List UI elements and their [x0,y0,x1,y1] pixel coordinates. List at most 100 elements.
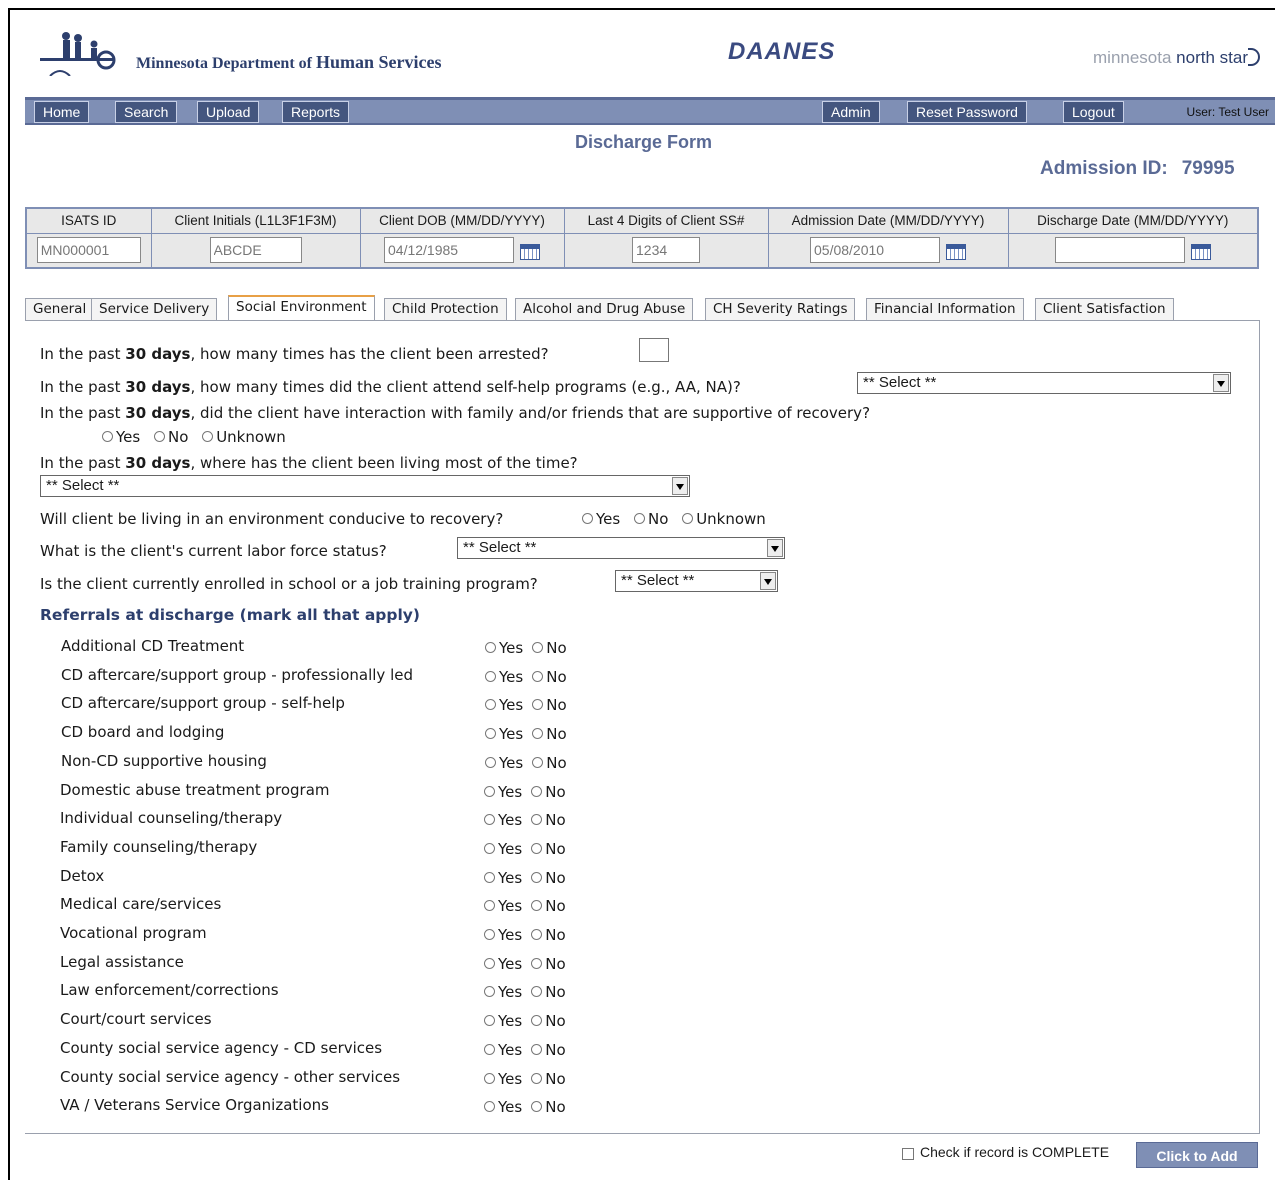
radio-icon[interactable] [485,756,496,768]
referral-no-option[interactable]: No [531,783,566,801]
radio-icon[interactable] [485,728,496,740]
environment-no-option[interactable]: No [634,510,668,528]
referral-yes-option[interactable]: Yes [484,811,522,829]
referral-yes-option[interactable]: Yes [484,926,522,944]
radio-icon[interactable] [202,431,214,442]
referral-yes-option[interactable]: Yes [484,983,522,1001]
radio-icon[interactable] [484,871,495,883]
nav-admin-button[interactable]: Admin [822,101,880,123]
referral-no-option[interactable]: No [531,926,566,944]
radio-icon[interactable] [485,699,496,711]
nav-reset-password-button[interactable]: Reset Password [907,101,1027,123]
referral-yes-option[interactable]: Yes [485,639,523,657]
environment-yes-option[interactable]: Yes [582,510,620,528]
radio-icon[interactable] [682,513,694,524]
radio-icon[interactable] [484,785,495,797]
referral-no-option[interactable]: No [531,1041,566,1059]
referral-yes-option[interactable]: Yes [484,869,522,887]
radio-icon[interactable] [484,1015,495,1027]
referral-no-option[interactable]: No [532,696,567,714]
referral-no-option[interactable]: No [531,897,566,915]
radio-icon[interactable] [484,1043,495,1055]
tab-social-environment[interactable]: Social Environment [228,295,375,320]
radio-icon[interactable] [531,814,543,826]
referral-yes-option[interactable]: Yes [484,1012,522,1030]
family-yes-option[interactable]: Yes [102,428,140,446]
labor-select[interactable]: ** Select ** [457,537,785,559]
radio-icon[interactable] [531,986,543,998]
radio-icon[interactable] [484,814,495,826]
radio-icon[interactable] [634,513,645,524]
selfhelp-select[interactable]: ** Select ** [857,372,1231,394]
nav-reports-button[interactable]: Reports [282,101,350,123]
referral-no-option[interactable]: No [531,1098,566,1116]
referral-yes-option[interactable]: Yes [484,840,522,858]
complete-checkbox[interactable] [902,1148,914,1160]
tab-ch-severity-ratings[interactable]: CH Severity Ratings [705,298,856,320]
nav-home-button[interactable]: Home [34,101,90,123]
environment-unknown-option[interactable]: Unknown [682,510,766,528]
referral-yes-option[interactable]: Yes [485,668,523,686]
isats-id-input[interactable] [36,237,141,264]
radio-icon[interactable] [531,871,543,883]
radio-icon[interactable] [531,1072,543,1084]
referral-no-option[interactable]: No [532,639,567,657]
radio-icon[interactable] [582,513,593,524]
radio-icon[interactable] [532,670,544,682]
radio-icon[interactable] [484,929,495,940]
radio-icon[interactable] [531,1043,543,1055]
dob-calendar-icon[interactable] [520,243,540,260]
referral-yes-option[interactable]: Yes [484,783,522,801]
radio-icon[interactable] [484,1101,495,1113]
referral-no-option[interactable]: No [532,668,567,686]
radio-icon[interactable] [532,699,544,711]
radio-icon[interactable] [484,986,495,998]
referral-no-option[interactable]: No [531,869,566,887]
discharge-calendar-icon[interactable] [1190,243,1211,260]
referral-no-option[interactable]: No [531,811,566,829]
referral-yes-option[interactable]: Yes [485,696,523,714]
referral-yes-option[interactable]: Yes [484,1070,522,1088]
radio-icon[interactable] [102,431,113,442]
referral-yes-option[interactable]: Yes [484,1041,522,1059]
radio-icon[interactable] [532,756,544,768]
radio-icon[interactable] [484,842,495,854]
ssn-input[interactable] [632,237,700,264]
nav-search-button[interactable]: Search [115,101,178,123]
referral-yes-option[interactable]: Yes [484,955,522,973]
discharge-date-input[interactable] [1054,237,1185,264]
family-no-option[interactable]: No [154,428,188,446]
radio-icon[interactable] [531,785,543,797]
referral-no-option[interactable]: No [532,725,567,743]
referral-yes-option[interactable]: Yes [484,1098,522,1116]
referral-yes-option[interactable]: Yes [485,725,523,743]
radio-icon[interactable] [531,842,543,854]
initials-input[interactable] [209,237,302,264]
referral-yes-option[interactable]: Yes [485,754,523,772]
school-select[interactable]: ** Select ** [615,570,778,592]
radio-icon[interactable] [485,642,496,653]
nav-logout-button[interactable]: Logout [1063,101,1124,123]
tab-client-satisfaction[interactable]: Client Satisfaction [1035,298,1174,320]
tab-alcohol-drug-abuse[interactable]: Alcohol and Drug Abuse [515,298,694,320]
radio-icon[interactable] [531,1101,543,1113]
radio-icon[interactable] [484,900,495,912]
add-button[interactable]: Click to Add [1136,1142,1258,1168]
radio-icon[interactable] [531,929,543,940]
radio-icon[interactable] [485,670,496,682]
referral-no-option[interactable]: No [531,840,566,858]
admission-date-input[interactable] [810,237,940,264]
nav-upload-button[interactable]: Upload [197,101,260,123]
tab-service-delivery[interactable]: Service Delivery [91,298,218,320]
radio-icon[interactable] [531,900,543,912]
family-unknown-option[interactable]: Unknown [202,428,286,446]
radio-icon[interactable] [532,728,544,740]
living-select[interactable]: ** Select ** [40,475,690,497]
referral-no-option[interactable]: No [531,1012,566,1030]
referral-yes-option[interactable]: Yes [484,897,522,915]
admission-calendar-icon[interactable] [946,243,966,260]
tab-financial-information[interactable]: Financial Information [866,298,1024,320]
referral-no-option[interactable]: No [531,955,566,973]
referral-no-option[interactable]: No [531,983,566,1001]
referral-no-option[interactable]: No [532,754,567,772]
